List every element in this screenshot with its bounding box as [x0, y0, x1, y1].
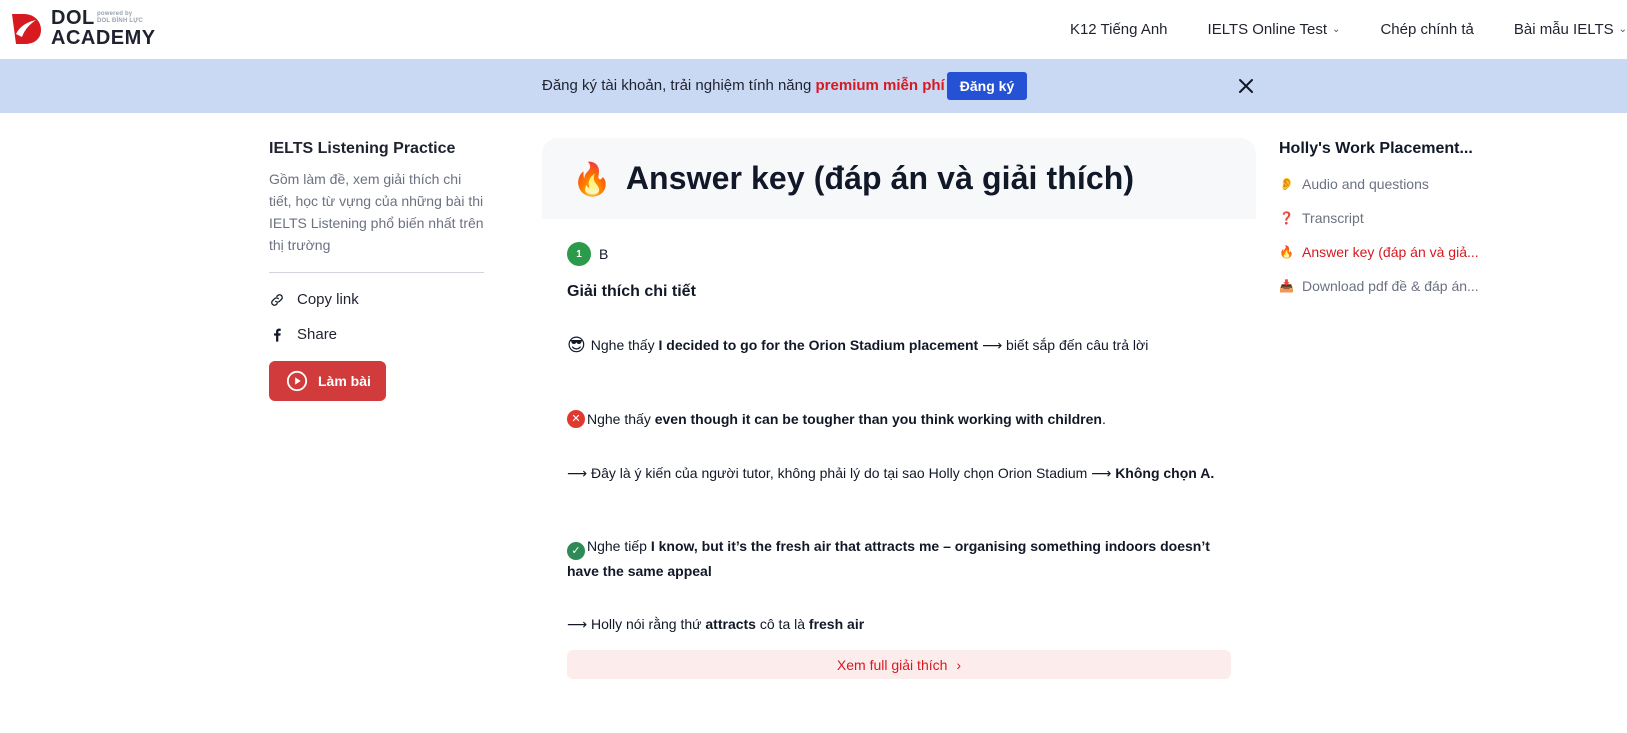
- toc-item-label: Transcript: [1302, 210, 1364, 226]
- start-test-label: Làm bài: [318, 373, 371, 389]
- download-tray-icon: 📥: [1279, 279, 1294, 293]
- answer-row: 1 B: [567, 242, 1231, 266]
- banner-text: Đăng ký tài khoản, trải nghiệm tính năng…: [542, 77, 945, 94]
- text: ⟶ Holly nói rằng thứ: [567, 616, 706, 632]
- copy-link-button[interactable]: Copy link: [269, 291, 484, 308]
- link-icon: [271, 293, 283, 306]
- answer-key-card: 🔥 Answer key (đáp án và giải thích) 1 B …: [542, 138, 1256, 733]
- explanation-paragraph: ✕ Nghe thấy even though it can be toughe…: [567, 408, 1231, 430]
- toc-item-audio[interactable]: 👂 Audio and questions: [1279, 176, 1509, 192]
- promo-banner: Đăng ký tài khoản, trải nghiệm tính năng…: [0, 59, 1627, 113]
- logo-powered-by: powered by DOL ĐÌNH LỰC: [97, 11, 143, 24]
- dol-academy-logo[interactable]: powered by DOL ĐÌNH LỰC DOL ACADEMY: [10, 8, 156, 48]
- nav-item-label: IELTS Online Test: [1207, 20, 1328, 38]
- dol-logo-icon: [12, 14, 41, 44]
- highlight-text: attracts: [705, 616, 756, 632]
- table-of-contents: Holly's Work Placement... 👂 Audio and qu…: [1279, 140, 1509, 294]
- question-mark-icon: ❓: [1279, 211, 1294, 225]
- toc-item-transcript[interactable]: ❓ Transcript: [1279, 210, 1509, 226]
- view-full-label: Xem full giải thích: [836, 656, 948, 673]
- toc-item-label: Answer key (đáp án và giả...: [1302, 244, 1479, 260]
- share-button[interactable]: Share: [269, 326, 484, 343]
- nav-item-label: K12 Tiếng Anh: [1069, 20, 1168, 38]
- main-nav: K12 Tiếng Anh IELTS Online Test ⌄ Chép c…: [1030, 0, 1627, 58]
- nav-item-bai-mau-ielts[interactable]: Bài mẫu IELTS ⌄: [1514, 21, 1627, 38]
- text: .: [1101, 411, 1106, 427]
- toc-item-download-pdf[interactable]: 📥 Download pdf đề & đáp án...: [1279, 278, 1509, 294]
- banner-message: Đăng ký tài khoản, trải nghiệm tính năng: [542, 77, 816, 94]
- nav-item-k12[interactable]: K12 Tiếng Anh: [1070, 21, 1168, 38]
- fire-icon: 🔥: [572, 160, 612, 197]
- text: Nghe thấy: [590, 337, 659, 353]
- highlight-text: even though it can be tougher than you t…: [654, 411, 1102, 427]
- divider: [269, 272, 484, 273]
- text: Nghe thấy: [587, 411, 655, 427]
- copy-link-label: Copy link: [297, 291, 359, 308]
- card-body: 1 B Giải thích chi tiết 😎 Nghe thấy I de…: [542, 242, 1256, 679]
- banner-highlight: premium miễn phí: [815, 77, 945, 94]
- toc-item-answer-key[interactable]: 🔥 Answer key (đáp án và giả...: [1279, 244, 1509, 260]
- check-icon: ✓: [567, 542, 585, 560]
- chevron-right-icon: ›: [956, 656, 962, 673]
- sunglasses-icon: 😎: [567, 335, 586, 355]
- share-label: Share: [297, 326, 338, 343]
- highlight-text: I decided to go for the Orion Stadium pl…: [658, 337, 979, 353]
- explanation-paragraph: 😎 Nghe thấy I decided to go for the Orio…: [567, 334, 1231, 356]
- signup-button[interactable]: Đăng ký: [947, 72, 1027, 100]
- highlight-text: I know, but it’s the fresh air that attr…: [567, 538, 1210, 579]
- logo-brand-line2: ACADEMY: [51, 27, 156, 49]
- answer-value: B: [599, 246, 609, 262]
- highlight-text: Không chọn A.: [1115, 465, 1215, 481]
- explanation-paragraph: ⟶ Đây là ý kiến của người tutor, không p…: [567, 462, 1231, 484]
- nav-item-label: Chép chính tả: [1380, 20, 1474, 38]
- text: ⟶ Đây là ý kiến của người tutor, không p…: [567, 465, 1116, 481]
- fire-icon: 🔥: [1279, 245, 1294, 259]
- toc-item-label: Download pdf đề & đáp án...: [1302, 278, 1479, 294]
- chevron-down-icon: ⌄: [1332, 23, 1341, 35]
- view-full-explanation-button[interactable]: Xem full giải thích ›: [567, 650, 1231, 679]
- sidebar-title: IELTS Listening Practice: [269, 140, 456, 157]
- wrong-icon: ✕: [567, 410, 585, 428]
- explanation-heading: Giải thích chi tiết: [567, 283, 696, 300]
- text: ⟶ biết sắp đến câu trả lời: [978, 337, 1149, 353]
- sidebar-description: Gồm làm đề, xem giải thích chi tiết, học…: [269, 171, 484, 253]
- toc-title: Holly's Work Placement...: [1279, 140, 1473, 157]
- question-number-badge: 1: [567, 242, 591, 266]
- highlight-text: fresh air: [808, 616, 865, 632]
- toc-item-label: Audio and questions: [1302, 176, 1429, 192]
- facebook-icon: [274, 328, 281, 342]
- left-sidebar: IELTS Listening Practice Gồm làm đề, xem…: [269, 140, 484, 401]
- explanation-paragraph: ⟶ Holly nói rằng thứ attracts cô ta là f…: [567, 613, 1231, 635]
- start-test-button[interactable]: Làm bài: [269, 361, 386, 401]
- nav-item-chep-chinh-ta[interactable]: Chép chính tả: [1380, 21, 1473, 38]
- close-icon[interactable]: [1234, 74, 1258, 98]
- explanation-paragraph: ✓ Nghe tiếp I know, but it’s the fresh ai…: [567, 535, 1231, 582]
- top-header: powered by DOL ĐÌNH LỰC DOL ACADEMY K12 T…: [0, 0, 1627, 60]
- text: cô ta là: [755, 616, 809, 632]
- card-header: 🔥 Answer key (đáp án và giải thích): [542, 138, 1256, 219]
- chevron-down-icon: ⌄: [1618, 23, 1627, 35]
- nav-item-label: Bài mẫu IELTS: [1513, 20, 1614, 38]
- page-title: Answer key (đáp án và giải thích): [625, 160, 1135, 196]
- text: Nghe tiếp: [587, 538, 651, 554]
- ear-icon: 👂: [1279, 177, 1294, 191]
- nav-item-ielts-online-test[interactable]: IELTS Online Test ⌄: [1208, 21, 1341, 38]
- play-icon: [286, 370, 308, 392]
